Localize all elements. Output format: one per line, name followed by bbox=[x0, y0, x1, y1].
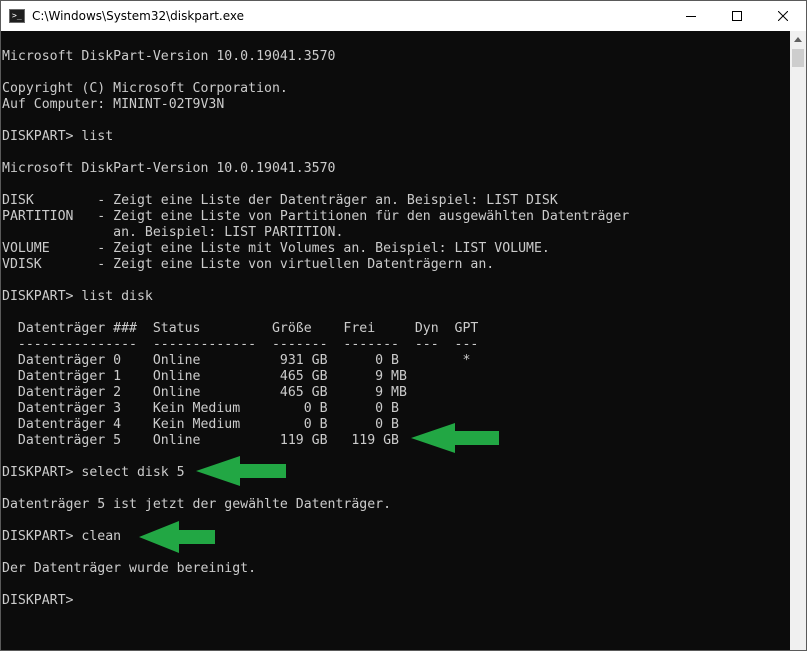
console-line: Microsoft DiskPart-Version 10.0.19041.35… bbox=[2, 161, 336, 176]
minimize-button[interactable] bbox=[668, 1, 714, 31]
window-title: C:\Windows\System32\diskpart.exe bbox=[32, 9, 244, 23]
console-line: DISKPART> bbox=[2, 593, 74, 608]
scroll-thumb[interactable] bbox=[792, 49, 804, 67]
vertical-scrollbar[interactable] bbox=[790, 31, 806, 650]
console-line: Datenträger 4 Kein Medium 0 B 0 B bbox=[2, 417, 399, 432]
console-text: Microsoft DiskPart-Version 10.0.19041.35… bbox=[2, 49, 629, 609]
console-line: DISK - Zeigt eine Liste der Datenträger … bbox=[2, 193, 558, 208]
console-line: Datenträger 5 ist jetzt der gewählte Dat… bbox=[2, 497, 392, 512]
console-line: Datenträger 1 Online 465 GB 9 MB bbox=[2, 369, 407, 384]
console-line: VOLUME - Zeigt eine Liste mit Volumes an… bbox=[2, 241, 550, 256]
close-icon bbox=[778, 11, 788, 21]
close-button[interactable] bbox=[760, 1, 806, 31]
arrow-disk-5-row bbox=[411, 423, 499, 453]
console-line: Datenträger 3 Kein Medium 0 B 0 B bbox=[2, 401, 399, 416]
console-line: --------------- ------------- ------- --… bbox=[2, 337, 479, 352]
left-arrow-icon bbox=[411, 423, 499, 453]
title-bar[interactable]: >_ C:\Windows\System32\diskpart.exe bbox=[1, 1, 806, 31]
console-line: Der Datenträger wurde bereinigt. bbox=[2, 561, 257, 576]
console-line: Datenträger 2 Online 465 GB 9 MB bbox=[2, 385, 407, 400]
maximize-icon bbox=[732, 11, 742, 21]
console-line: Datenträger 0 Online 931 GB 0 B * bbox=[2, 353, 471, 368]
console-window: >_ C:\Windows\System32\diskpart.exe Micr… bbox=[0, 0, 807, 651]
left-arrow-icon bbox=[196, 456, 286, 486]
scroll-up-button[interactable] bbox=[790, 31, 806, 47]
console-line: DISKPART> clean bbox=[2, 529, 122, 544]
left-arrow-icon bbox=[139, 521, 215, 553]
arrow-select-disk-command bbox=[196, 456, 286, 486]
console-output-area[interactable]: Microsoft DiskPart-Version 10.0.19041.35… bbox=[1, 31, 790, 650]
prompt-glyph: >_ bbox=[12, 11, 22, 20]
console-line: VDISK - Zeigt eine Liste von virtuellen … bbox=[2, 257, 495, 272]
minimize-icon bbox=[686, 16, 696, 17]
console-line: Copyright (C) Microsoft Corporation. bbox=[2, 81, 288, 96]
console-line: DISKPART> list bbox=[2, 129, 114, 144]
console-line: an. Beispiel: LIST PARTITION. bbox=[2, 225, 344, 240]
console-line: DISKPART> list disk bbox=[2, 289, 153, 304]
console-line: Datenträger ### Status Größe Frei Dyn GP… bbox=[2, 321, 479, 336]
maximize-button[interactable] bbox=[714, 1, 760, 31]
console-line: Microsoft DiskPart-Version 10.0.19041.35… bbox=[2, 49, 336, 64]
console-line: DISKPART> select disk 5 bbox=[2, 465, 185, 480]
console-app-icon[interactable]: >_ bbox=[9, 9, 25, 23]
console-line: Auf Computer: MININT-02T9V3N bbox=[2, 97, 225, 112]
scroll-up-arrow-icon bbox=[794, 36, 802, 42]
console-line: PARTITION - Zeigt eine Liste von Partiti… bbox=[2, 209, 630, 224]
console-line: Datenträger 5 Online 119 GB 119 GB bbox=[2, 433, 399, 448]
arrow-clean-command bbox=[139, 521, 215, 553]
